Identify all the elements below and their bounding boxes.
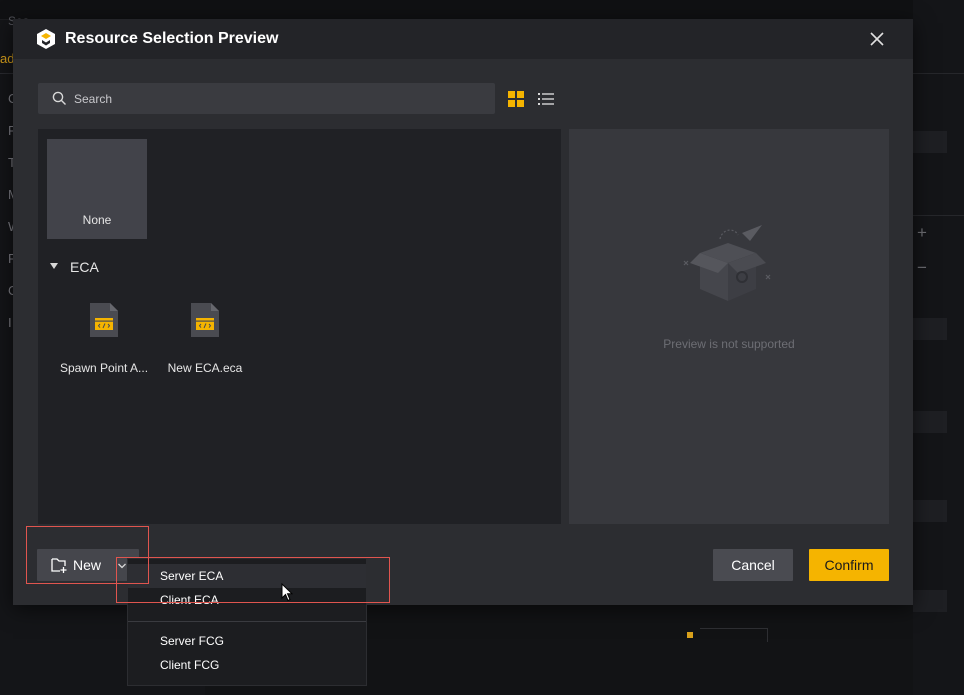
background-outline xyxy=(700,628,768,642)
background-divider xyxy=(913,215,964,216)
menu-item-server-fcg[interactable]: Server FCG xyxy=(128,629,366,653)
preview-panel: Preview is not supported xyxy=(569,129,889,524)
background-divider xyxy=(913,73,964,74)
background-field xyxy=(913,500,947,522)
background-field xyxy=(913,131,947,153)
new-button[interactable]: New xyxy=(37,549,139,581)
list-view-icon[interactable] xyxy=(537,90,555,108)
empty-box-icon xyxy=(683,225,771,301)
preview-message: Preview is not supported xyxy=(663,337,795,351)
menu-item-label: Client FCG xyxy=(160,658,220,672)
resource-tile-none[interactable]: None xyxy=(47,139,147,239)
chevron-down-icon xyxy=(118,563,126,569)
menu-item-server-eca[interactable]: Server ECA xyxy=(128,564,366,588)
resource-file-item[interactable]: New ECA.eca xyxy=(155,297,255,387)
menu-item-label: Server FCG xyxy=(160,634,225,648)
plus-icon: + xyxy=(917,223,927,242)
resource-selection-dialog: Resource Selection Preview None xyxy=(13,19,913,605)
background-marker xyxy=(687,632,693,638)
search-input[interactable] xyxy=(74,83,484,114)
new-button-label: New xyxy=(73,557,102,573)
dialog-header: Resource Selection Preview xyxy=(13,19,913,59)
confirm-button[interactable]: Confirm xyxy=(809,549,889,581)
menu-item-label: Client ECA xyxy=(160,593,219,607)
new-file-icon xyxy=(51,558,67,573)
grid-view-icon[interactable] xyxy=(508,91,524,107)
minus-icon: − xyxy=(917,258,927,277)
app-logo-icon xyxy=(37,29,55,49)
background-top-bar xyxy=(0,0,964,20)
new-dropdown-menu: Server ECA Client ECA Server FCG Client … xyxy=(127,558,367,686)
dialog-title: Resource Selection Preview xyxy=(65,30,279,47)
background-row: I xyxy=(8,315,12,330)
background-right-panel: + − + xyxy=(913,0,964,695)
background-field xyxy=(913,318,947,340)
menu-item-label: Server ECA xyxy=(160,569,224,583)
mouse-cursor-icon xyxy=(281,583,293,602)
background-field xyxy=(913,590,947,612)
resource-file-item[interactable]: Spawn Point A... xyxy=(54,297,154,387)
resource-file-label: New ECA.eca xyxy=(167,361,243,375)
menu-separator xyxy=(128,621,366,622)
caret-down-icon xyxy=(50,263,58,269)
background-field xyxy=(913,411,947,433)
close-icon[interactable] xyxy=(868,30,886,48)
resource-grid-panel: None ECA Spawn Point A... New ECA.eca xyxy=(38,129,561,524)
eca-file-icon xyxy=(191,303,219,337)
menu-item-client-fcg[interactable]: Client FCG xyxy=(128,653,366,677)
cancel-button[interactable]: Cancel xyxy=(713,549,793,581)
section-label: ECA xyxy=(70,259,99,275)
resource-tile-label: None xyxy=(82,213,112,227)
search-box xyxy=(38,83,495,114)
search-icon xyxy=(52,91,66,105)
menu-item-client-eca[interactable]: Client ECA xyxy=(128,588,366,612)
eca-file-icon xyxy=(90,303,118,337)
resource-file-label: Spawn Point A... xyxy=(59,361,149,375)
